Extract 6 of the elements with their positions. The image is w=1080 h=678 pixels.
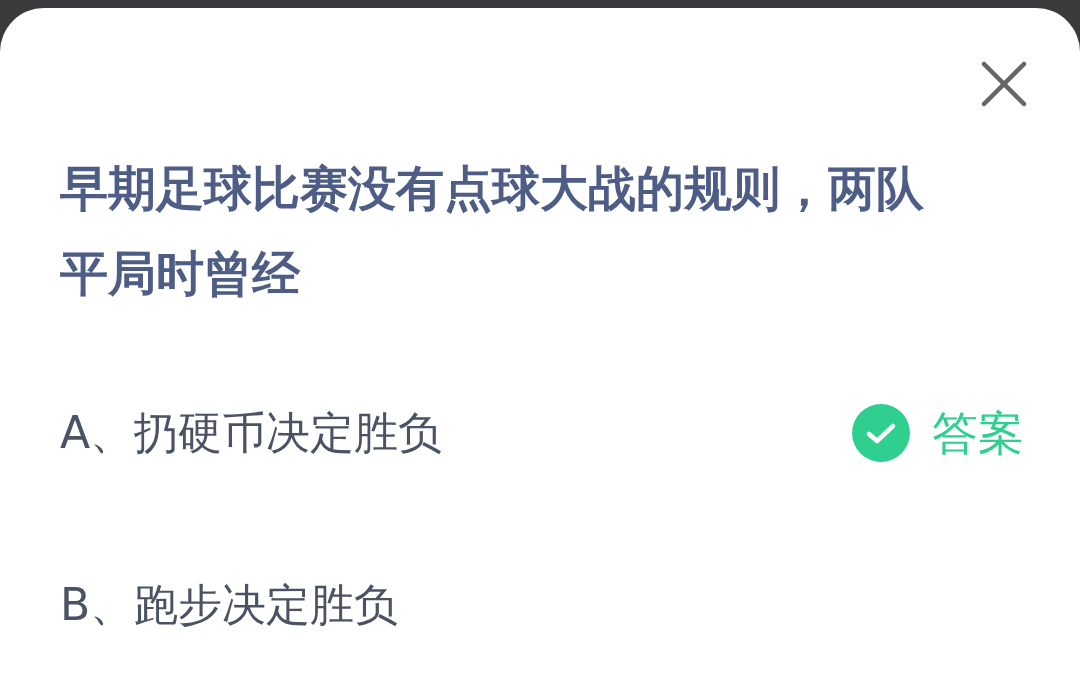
question-text: 早期足球比赛没有点球大战的规则，两队平局时曾经 [60, 159, 925, 303]
close-icon[interactable] [980, 60, 1028, 108]
option-text[interactable]: B、跑步决定胜负 [60, 562, 399, 648]
option-text[interactable]: A、扔硬币决定胜负 [60, 390, 443, 476]
check-icon [852, 404, 910, 462]
answer-label: 答案 [932, 405, 1024, 462]
